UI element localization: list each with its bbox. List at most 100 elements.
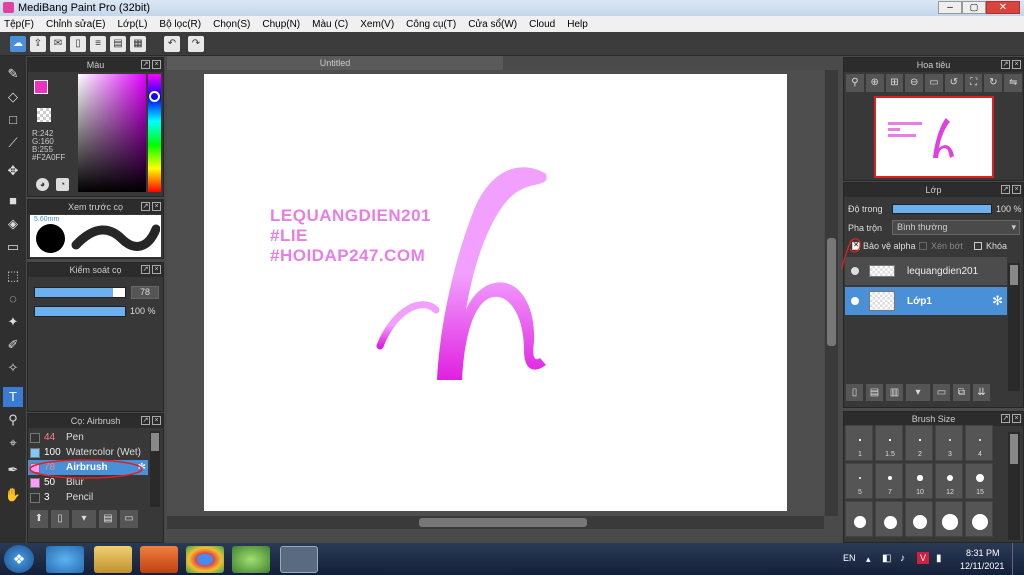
cloud-icon[interactable]: ☁ xyxy=(10,36,26,52)
navigator-thumbnail[interactable] xyxy=(874,96,994,178)
antivirus-icon[interactable]: V xyxy=(917,552,929,564)
document-tab[interactable]: Untitled xyxy=(167,56,503,70)
grid-icon[interactable]: ▦ xyxy=(130,36,146,52)
layer-row-selected[interactable]: Lớp1 ✻ xyxy=(845,287,1007,315)
folder-icon[interactable]: ▭ xyxy=(933,384,950,401)
close-icon[interactable]: × xyxy=(1012,185,1021,194)
blend-mode-select[interactable]: Bình thường ▾ xyxy=(892,220,1020,235)
menu-item[interactable]: Cửa sổ(W) xyxy=(468,19,517,30)
brush-size-cell[interactable]: 3 xyxy=(935,425,963,461)
layer-row[interactable]: lequangdien201 xyxy=(845,257,1007,285)
brush-size-cell[interactable]: 1 xyxy=(845,425,873,461)
popout-icon[interactable]: ↗ xyxy=(141,416,150,425)
brush-size-cell[interactable]: 7 xyxy=(875,463,903,499)
merge-layer-icon[interactable]: ⇊ xyxy=(973,384,990,401)
file-explorer-icon[interactable] xyxy=(94,546,132,573)
flip-icon[interactable]: ⇋ xyxy=(1004,74,1023,92)
folder-icon[interactable]: ▭ xyxy=(120,510,138,528)
rotate-left-icon[interactable]: ↺ xyxy=(944,74,963,92)
comment-icon[interactable]: ✉ xyxy=(50,36,66,52)
maximize-button[interactable]: ▢ xyxy=(962,1,986,14)
undo-icon[interactable]: ↶ xyxy=(164,36,180,52)
menu-item[interactable]: Chọn(S) xyxy=(213,19,250,30)
fill-rect-tool-icon[interactable]: ■ xyxy=(3,191,23,211)
brush-menu-icon[interactable]: ▾ xyxy=(72,510,96,528)
document-icon[interactable]: ≡ xyxy=(90,36,106,52)
line-tool-icon[interactable]: ⟋ xyxy=(3,133,23,153)
brush-item[interactable]: 44 Pen xyxy=(28,430,148,445)
drawing-canvas[interactable]: LEQUANGDIEN201 #LIE #HOIDAP247.COM xyxy=(204,74,787,511)
hand-tool-icon[interactable]: ✋ xyxy=(3,485,23,505)
language-indicator[interactable]: EN xyxy=(843,553,856,563)
clock-date[interactable]: 12/11/2021 xyxy=(960,561,1004,571)
palette-icon[interactable]: ◕ xyxy=(36,178,49,191)
brush-list-scrollbar[interactable] xyxy=(150,431,160,507)
gradient-tool-icon[interactable]: ▭ xyxy=(3,237,23,257)
internet-explorer-icon[interactable] xyxy=(46,546,84,573)
brush-size-cell[interactable]: 1.5 xyxy=(875,425,903,461)
brush-settings-icon[interactable]: ▤ xyxy=(99,510,117,528)
eraser-tool-icon[interactable]: ◇ xyxy=(3,87,23,107)
brush-size-input[interactable]: 78 xyxy=(131,286,159,299)
canvas-horizontal-scrollbar[interactable] xyxy=(167,516,824,529)
layer-opacity-slider[interactable] xyxy=(892,204,992,214)
clipping-checkbox[interactable] xyxy=(919,242,927,250)
canvas-vertical-scrollbar[interactable] xyxy=(825,70,838,516)
zoom-out-icon[interactable]: ⊖ xyxy=(905,74,924,92)
media-player-icon[interactable] xyxy=(140,546,178,573)
select-eraser-tool-icon[interactable]: ✧ xyxy=(3,358,23,378)
redo-icon[interactable]: ↷ xyxy=(188,36,204,52)
new-layer-icon[interactable]: ▯ xyxy=(846,384,863,401)
settings-sheet-icon[interactable]: ▤ xyxy=(110,36,126,52)
hue-indicator[interactable] xyxy=(149,91,160,102)
popout-icon[interactable]: ↗ xyxy=(141,265,150,274)
select-rect-tool-icon[interactable]: ⬚ xyxy=(3,266,23,286)
fullscreen-icon[interactable]: ⛶ xyxy=(964,74,983,92)
brush-size-cell[interactable]: 12 xyxy=(935,463,963,499)
brush-opacity-slider[interactable] xyxy=(34,306,126,317)
popout-icon[interactable]: ↗ xyxy=(1001,185,1010,194)
text-tool-icon[interactable]: T xyxy=(3,387,23,407)
magic-wand-tool-icon[interactable]: ✦ xyxy=(3,312,23,332)
popout-icon[interactable]: ↗ xyxy=(1001,414,1010,423)
popout-icon[interactable]: ↗ xyxy=(141,60,150,69)
lock-checkbox[interactable] xyxy=(974,242,982,250)
layer-menu-icon[interactable]: ▾ xyxy=(906,384,930,401)
add-brush-icon[interactable]: ⬆ xyxy=(30,510,48,528)
new-8bit-layer-icon[interactable]: ▥ xyxy=(886,384,903,401)
clock-time[interactable]: 8:31 PM xyxy=(966,548,1000,558)
brush-size-cell[interactable]: 4 xyxy=(965,425,993,461)
network-icon[interactable]: ▮ xyxy=(936,553,942,564)
menu-item[interactable]: Tệp(F) xyxy=(4,19,34,30)
duplicate-layer-icon[interactable]: ⧉ xyxy=(953,384,970,401)
transparent-swatch[interactable] xyxy=(37,108,51,122)
rotate-right-icon[interactable]: ↻ xyxy=(984,74,1003,92)
brush-size-cell[interactable] xyxy=(845,501,873,537)
brush-tool-icon[interactable]: ✎ xyxy=(3,64,23,84)
popout-icon[interactable]: ↗ xyxy=(141,202,150,211)
primary-color-swatch[interactable] xyxy=(34,80,48,94)
dropper-tool-icon[interactable]: ⌖ xyxy=(3,433,23,453)
menu-item[interactable]: Chụp(N) xyxy=(262,19,300,30)
menu-item[interactable]: Màu (C) xyxy=(312,19,348,30)
share-icon[interactable]: ⇪ xyxy=(30,36,46,52)
close-icon[interactable]: × xyxy=(1012,60,1021,69)
select-pen-tool-icon[interactable]: ✐ xyxy=(3,335,23,355)
brush-size-cell[interactable]: 2 xyxy=(905,425,933,461)
popout-icon[interactable]: ↗ xyxy=(1001,60,1010,69)
brush-size-cell[interactable]: 15 xyxy=(965,463,993,499)
move-tool-icon[interactable]: ✥ xyxy=(3,161,23,181)
visibility-icon[interactable] xyxy=(851,267,859,275)
menu-item[interactable]: Help xyxy=(567,19,588,30)
brush-size-cell[interactable]: 10 xyxy=(905,463,933,499)
minimize-button[interactable]: – xyxy=(938,1,962,14)
page-icon[interactable]: ▯ xyxy=(70,36,86,52)
close-icon[interactable]: × xyxy=(152,416,161,425)
menu-item[interactable]: Chỉnh sửa(E) xyxy=(46,19,106,30)
menu-item[interactable]: Bộ lọc(R) xyxy=(159,19,201,30)
rectangle-tool-icon[interactable]: □ xyxy=(3,110,23,130)
volume-icon[interactable]: ♪ xyxy=(900,553,905,564)
tray-up-icon[interactable]: ▴ xyxy=(866,554,871,565)
menu-item[interactable]: Lớp(L) xyxy=(118,19,148,30)
brush-size-cell[interactable] xyxy=(935,501,963,537)
